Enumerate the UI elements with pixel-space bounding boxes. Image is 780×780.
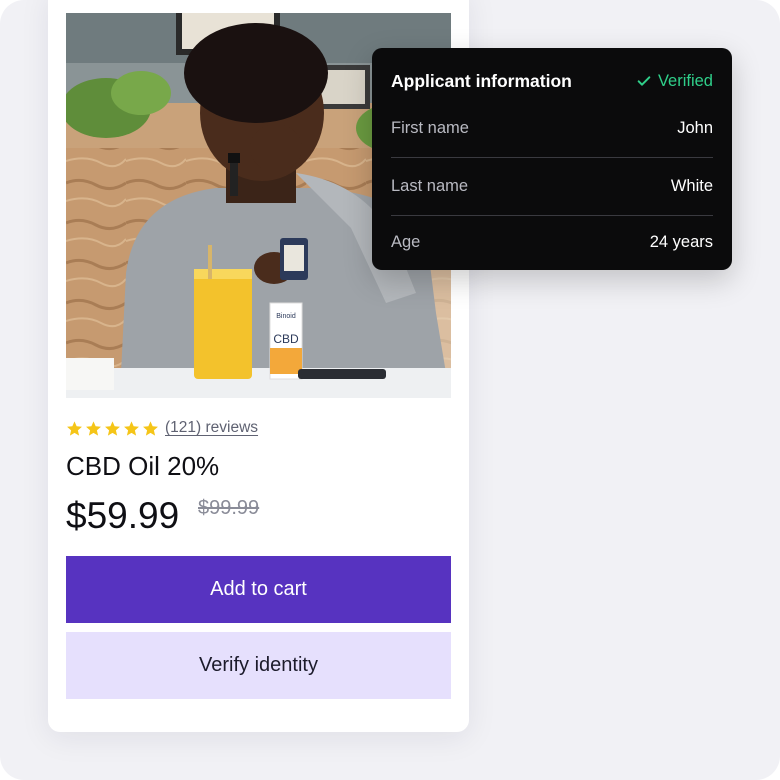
divider: [391, 215, 713, 216]
panel-title: Applicant information: [391, 71, 572, 91]
divider: [391, 157, 713, 158]
field-label: Age: [391, 233, 421, 251]
verified-badge: Verified: [636, 70, 713, 92]
check-icon: [637, 76, 651, 86]
field-value: 24 years: [649, 233, 713, 251]
field-label: First name: [391, 119, 469, 137]
field-row-age: Age 24 years: [391, 230, 713, 254]
star-icon: [67, 420, 82, 436]
star-icon: [124, 420, 139, 436]
star-icon: [105, 420, 120, 436]
product-price: $59.99: [66, 495, 180, 536]
reviews-link[interactable]: (121) reviews: [165, 418, 258, 438]
verify-identity-button[interactable]: Verify identity: [66, 632, 451, 699]
verified-label: Verified: [657, 72, 713, 90]
field-row-first-name: First name John: [391, 116, 713, 140]
star-icon: [143, 420, 158, 436]
field-value: John: [677, 119, 713, 137]
add-to-cart-button[interactable]: Add to cart: [66, 556, 451, 623]
bottle-label-text: CBD: [273, 332, 299, 346]
field-label: Last name: [391, 177, 469, 195]
original-price: $99.99: [198, 497, 260, 519]
rating-stars: [66, 418, 159, 438]
applicant-info-panel: Applicant information Verified First nam…: [372, 48, 732, 270]
star-icon: [86, 420, 101, 436]
field-row-last-name: Last name White: [391, 174, 713, 198]
bottle-brand-text: Binoid: [276, 313, 296, 320]
field-value: White: [670, 177, 713, 195]
product-title: CBD Oil 20%: [66, 451, 220, 481]
